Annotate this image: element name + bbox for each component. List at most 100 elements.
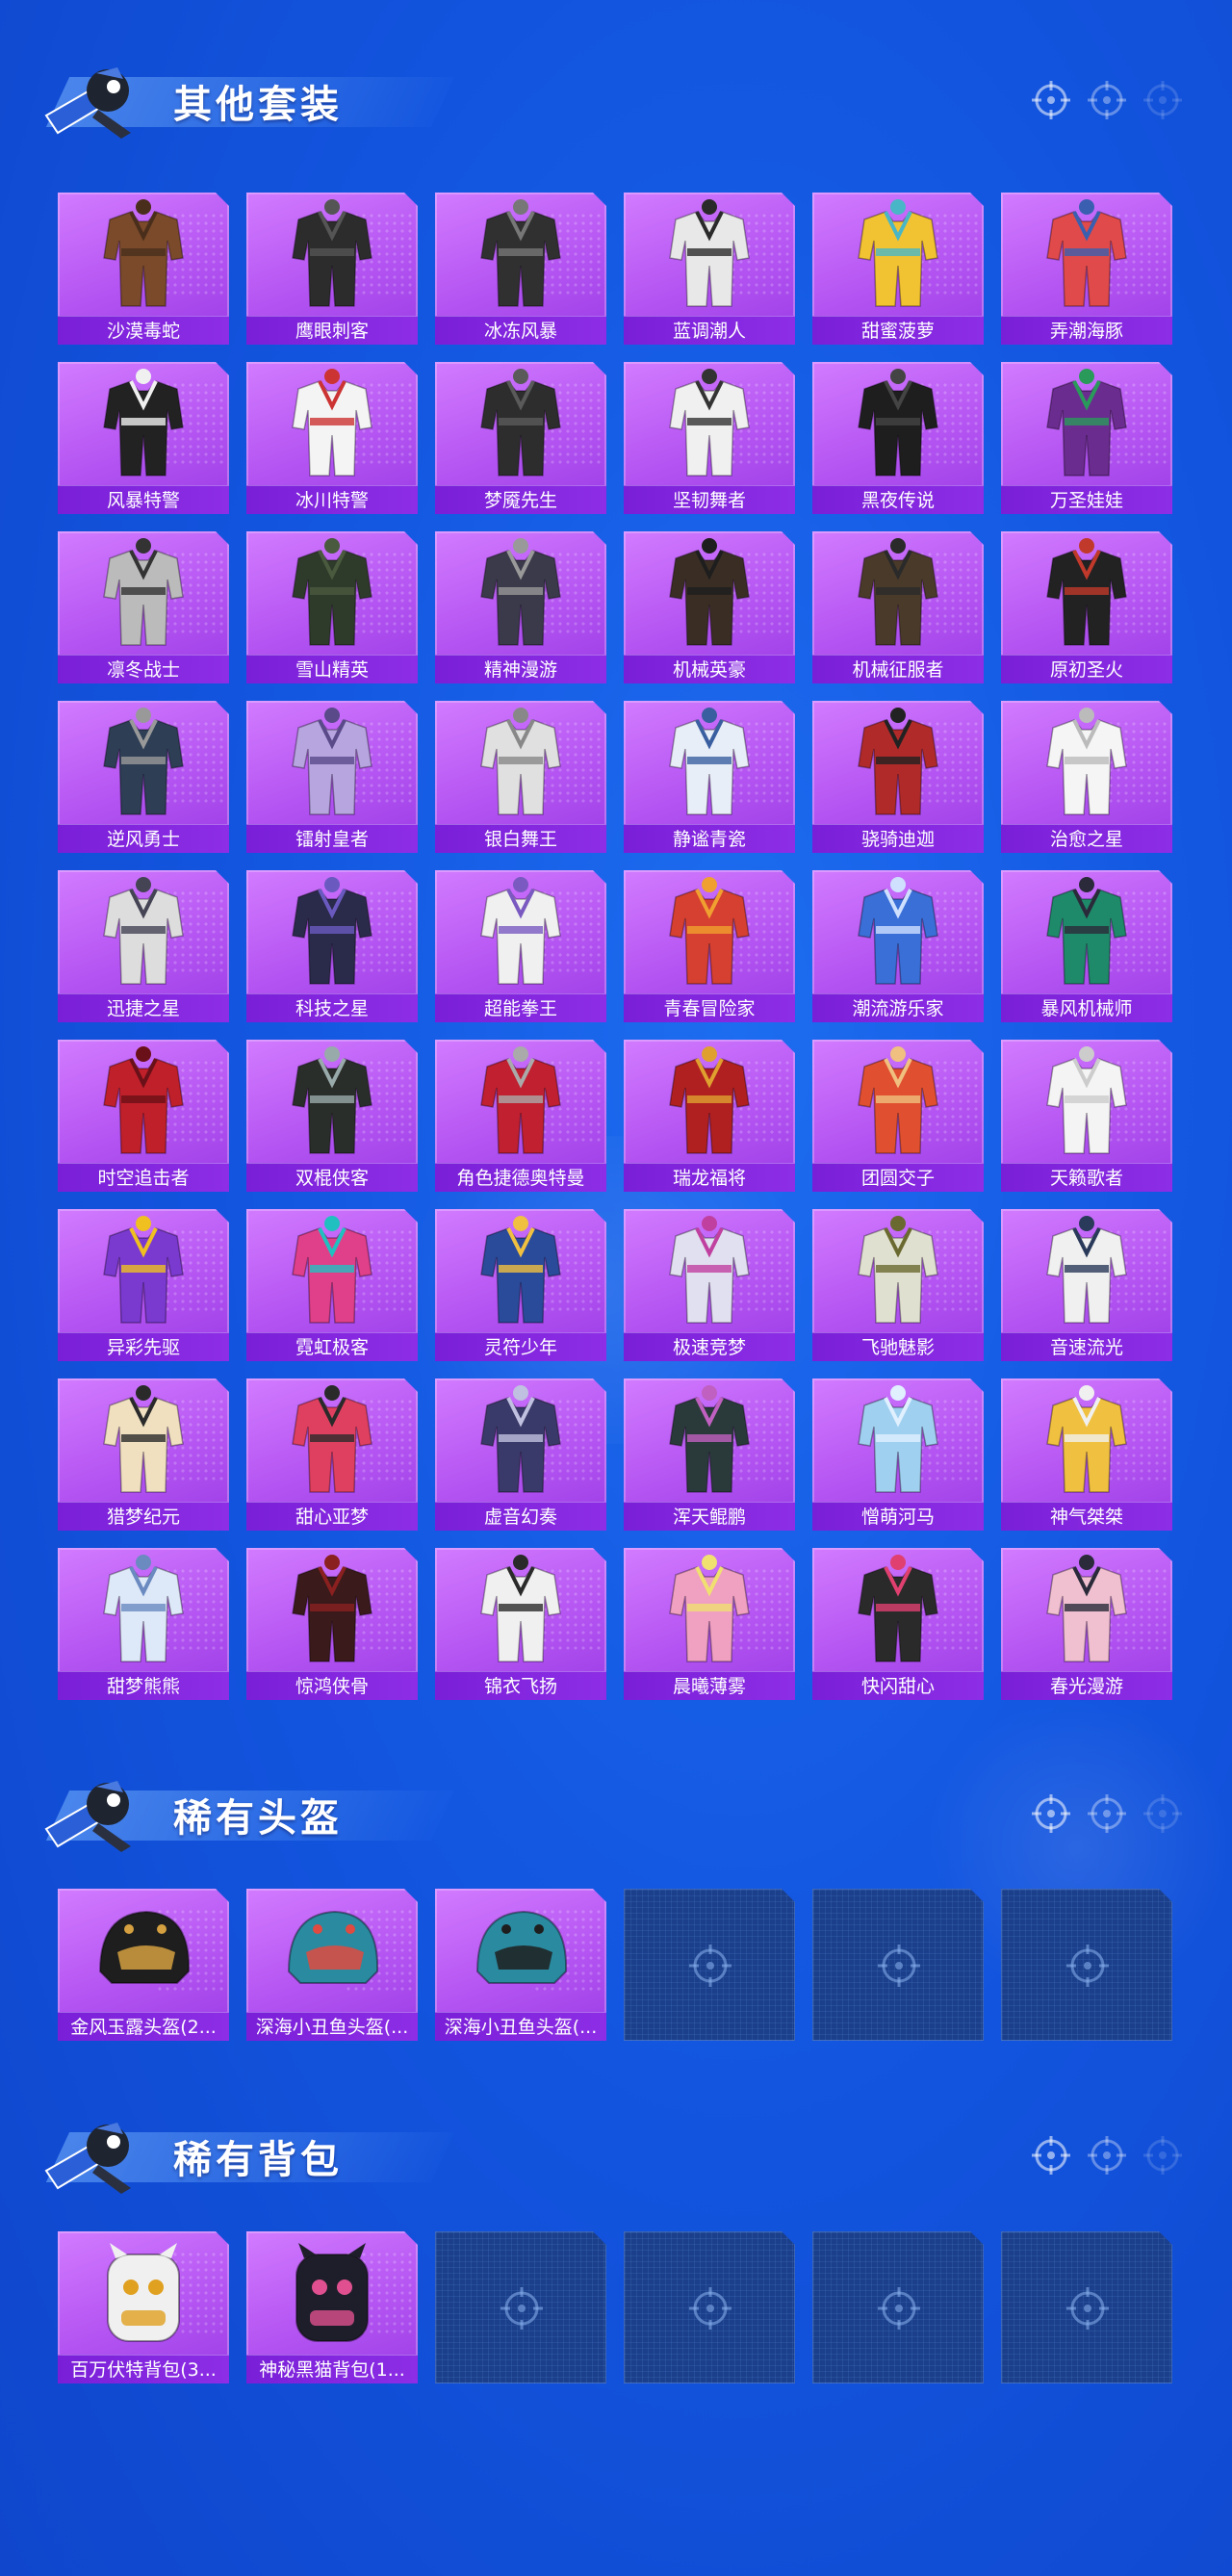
outfit-art-icon (71, 368, 216, 481)
outfit-card[interactable]: 锦衣飞扬 (435, 1548, 606, 1700)
outfit-card[interactable]: 角色捷德奥特曼 (435, 1040, 606, 1192)
outfit-card[interactable]: 晨曦薄雾 (624, 1548, 795, 1700)
outfit-card[interactable]: 神气桀桀 (1001, 1378, 1172, 1531)
outfit-name-label: 异彩先驱 (58, 1332, 229, 1361)
crosshair-icon (1088, 81, 1126, 119)
outfit-card[interactable]: 甜蜜菠萝 (812, 193, 984, 345)
outfit-name-label: 音速流光 (1001, 1332, 1172, 1361)
outfit-card[interactable]: 镭射皇者 (246, 701, 418, 853)
crosshair-icon (1032, 2136, 1070, 2175)
outfit-card[interactable]: 原初圣火 (1001, 531, 1172, 683)
outfit-card[interactable]: 瑞龙福将 (624, 1040, 795, 1192)
outfit-card[interactable]: 春光漫游 (1001, 1548, 1172, 1700)
outfit-name-label: 飞驰魅影 (812, 1332, 984, 1361)
outfit-card[interactable]: 静谧青瓷 (624, 701, 795, 853)
helmet-card[interactable]: 深海小丑鱼头盔(... (435, 1889, 606, 2041)
outfit-art-icon (637, 1045, 782, 1159)
outfit-art-icon (71, 1215, 216, 1328)
outfit-card[interactable]: 暴风机械师 (1001, 870, 1172, 1022)
outfit-name-label: 治愈之星 (1001, 824, 1172, 853)
outfit-name-label: 原初圣火 (1001, 655, 1172, 683)
outfit-card[interactable]: 时空追击者 (58, 1040, 229, 1192)
outfit-card[interactable]: 科技之星 (246, 870, 418, 1022)
helmet-card[interactable]: 金风玉露头盔(2... (58, 1889, 229, 2041)
outfit-card[interactable]: 骁骑迪迦 (812, 701, 984, 853)
crosshair-icon (1143, 81, 1182, 119)
outfit-card[interactable]: 极速竞梦 (624, 1209, 795, 1361)
outfit-art-icon (71, 1045, 216, 1159)
section-header-helmets: 稀有头盔 (29, 1771, 1184, 1856)
outfit-name-label: 迅捷之星 (58, 993, 229, 1022)
outfit-card[interactable]: 鹰眼刺客 (246, 193, 418, 345)
outfit-art-icon (826, 1215, 970, 1328)
outfit-card[interactable]: 机械征服者 (812, 531, 984, 683)
outfit-art-icon (449, 876, 593, 990)
outfit-card[interactable]: 梦魇先生 (435, 362, 606, 514)
outfit-name-label: 梦魇先生 (435, 485, 606, 514)
outfit-card[interactable]: 万圣娃娃 (1001, 362, 1172, 514)
outfit-card[interactable]: 双棍侠客 (246, 1040, 418, 1192)
outfit-art-icon (449, 707, 593, 820)
outfit-card[interactable]: 快闪甜心 (812, 1548, 984, 1700)
helmet-card[interactable]: 深海小丑鱼头盔(... (246, 1889, 418, 2041)
outfit-card[interactable]: 天籁歌者 (1001, 1040, 1172, 1192)
outfit-card[interactable]: 潮流游乐家 (812, 870, 984, 1022)
outfit-card[interactable]: 青春冒险家 (624, 870, 795, 1022)
outfit-name-label: 角色捷德奥特曼 (435, 1163, 606, 1192)
outfit-card[interactable]: 霓虹极客 (246, 1209, 418, 1361)
outfit-card[interactable]: 虚音幻奏 (435, 1378, 606, 1531)
empty-slot (435, 2231, 606, 2383)
outfit-card[interactable]: 坚韧舞者 (624, 362, 795, 514)
outfit-card[interactable]: 弄潮海豚 (1001, 193, 1172, 345)
outfit-name-label: 暴风机械师 (1001, 993, 1172, 1022)
outfit-card[interactable]: 雪山精英 (246, 531, 418, 683)
outfit-art-icon (1014, 707, 1159, 820)
outfit-card[interactable]: 冰川特警 (246, 362, 418, 514)
outfit-card[interactable]: 迅捷之星 (58, 870, 229, 1022)
outfit-card[interactable]: 甜梦熊熊 (58, 1548, 229, 1700)
crosshair-icon (1088, 2136, 1126, 2175)
helmet-art-icon (71, 1894, 216, 2008)
helmet-art-icon (260, 1894, 404, 2008)
outfit-card[interactable]: 浑天鲲鹏 (624, 1378, 795, 1531)
outfit-art-icon (1014, 1384, 1159, 1498)
outfit-card[interactable]: 惊鸿侠骨 (246, 1548, 418, 1700)
outfit-name-label: 极速竞梦 (624, 1332, 795, 1361)
outfit-card[interactable]: 风暴特警 (58, 362, 229, 514)
outfit-card[interactable]: 冰冻风暴 (435, 193, 606, 345)
outfit-card[interactable]: 逆风勇士 (58, 701, 229, 853)
outfit-card[interactable]: 灵符少年 (435, 1209, 606, 1361)
outfit-card[interactable]: 超能拳王 (435, 870, 606, 1022)
outfit-art-icon (260, 1045, 404, 1159)
outfit-card[interactable]: 音速流光 (1001, 1209, 1172, 1361)
outfit-card[interactable]: 猎梦纪元 (58, 1378, 229, 1531)
outfit-card[interactable]: 飞驰魅影 (812, 1209, 984, 1361)
backpack-card[interactable]: 神秘黑猫背包(1... (246, 2231, 418, 2383)
outfit-card[interactable]: 黑夜传说 (812, 362, 984, 514)
section-header-outfits: 其他套装 (29, 58, 1184, 142)
outfit-card[interactable]: 治愈之星 (1001, 701, 1172, 853)
outfit-card[interactable]: 异彩先驱 (58, 1209, 229, 1361)
outfit-card[interactable]: 机械英豪 (624, 531, 795, 683)
outfit-art-icon (260, 707, 404, 820)
outfit-name-label: 甜蜜菠萝 (812, 316, 984, 345)
outfit-art-icon (449, 1384, 593, 1498)
outfit-card[interactable]: 甜心亚梦 (246, 1378, 418, 1531)
backpack-card[interactable]: 百万伏特背包(3... (58, 2231, 229, 2383)
outfit-card[interactable]: 精神漫游 (435, 531, 606, 683)
outfit-card[interactable]: 蓝调潮人 (624, 193, 795, 345)
outfit-art-icon (637, 1554, 782, 1667)
outfit-card[interactable]: 团圆交子 (812, 1040, 984, 1192)
crosshair-icon (1063, 2283, 1113, 2333)
outfit-art-icon (826, 537, 970, 651)
outfit-card[interactable]: 凛冬战士 (58, 531, 229, 683)
outfit-card[interactable]: 沙漠毒蛇 (58, 193, 229, 345)
helmet-name-label: 深海小丑鱼头盔(... (435, 2012, 606, 2041)
outfit-art-icon (826, 368, 970, 481)
target-decoration-group (1030, 79, 1184, 121)
outfit-card[interactable]: 银白舞王 (435, 701, 606, 853)
outfit-card[interactable]: 憎萌河马 (812, 1378, 984, 1531)
crosshair-icon (1143, 2136, 1182, 2175)
outfit-name-label: 潮流游乐家 (812, 993, 984, 1022)
backpack-name-label: 百万伏特背包(3... (58, 2355, 229, 2383)
